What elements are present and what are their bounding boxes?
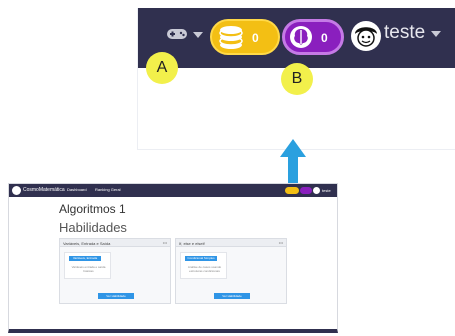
mini-navbar: CosmoMatemática Dashboard Ranking Geral … bbox=[9, 184, 337, 197]
section-title: Habilidades bbox=[59, 220, 127, 235]
skill-card: If, else e elseif ••• Condicional Simple… bbox=[175, 238, 287, 304]
mini-brain-badge[interactable] bbox=[300, 187, 312, 194]
skill-card-body: Condicional Simples Análise de casos usa… bbox=[180, 252, 227, 279]
mini-nav-dashboard[interactable]: Dashboard bbox=[67, 187, 87, 192]
marker-b: B bbox=[281, 63, 313, 95]
mini-nav-ranking[interactable]: Ranking Geral bbox=[95, 187, 121, 192]
skill-card-header: If, else e elseif ••• bbox=[176, 239, 286, 247]
view-skill-button[interactable]: Ver Habilidade bbox=[98, 293, 134, 299]
brain-points-value: 0 bbox=[321, 31, 328, 45]
skill-card: Variáveis, Entrada e Saída ••• Variáveis… bbox=[59, 238, 171, 304]
skill-card-title: Variáveis, Entrada e Saída bbox=[63, 241, 111, 246]
skill-description: Análise de casos usando estruturas condi… bbox=[187, 265, 222, 273]
username[interactable]: teste bbox=[384, 22, 425, 44]
view-skill-button[interactable]: Ver Habilidade bbox=[214, 293, 250, 299]
coins-value: 0 bbox=[252, 31, 259, 45]
coins-badge[interactable]: 0 bbox=[210, 19, 280, 55]
page-title: Algoritmos 1 bbox=[59, 202, 126, 216]
skill-card-header: Variáveis, Entrada e Saída ••• bbox=[60, 239, 170, 247]
brain-icon bbox=[290, 26, 312, 48]
navbar: 0 0 teste bbox=[138, 8, 455, 68]
arrow-up-icon bbox=[280, 139, 306, 183]
marker-a: A bbox=[146, 52, 178, 84]
skill-description: Variáveis entrada e saída básicas bbox=[71, 265, 106, 273]
game-dropdown-chevron-down-icon[interactable] bbox=[193, 32, 203, 38]
mini-coins-badge[interactable] bbox=[285, 187, 299, 194]
page-screenshot: CosmoMatemática Dashboard Ranking Geral … bbox=[8, 183, 338, 333]
skill-card-title: If, else e elseif bbox=[179, 241, 205, 246]
skill-chip: Variáveis, Entrada bbox=[69, 256, 101, 261]
mini-username[interactable]: teste bbox=[322, 188, 331, 193]
user-menu-chevron-down-icon[interactable] bbox=[431, 31, 441, 37]
logo-icon[interactable] bbox=[12, 186, 21, 195]
more-options-icon[interactable]: ••• bbox=[279, 240, 283, 245]
mini-brand[interactable]: CosmoMatemática bbox=[23, 187, 65, 193]
gamepad-icon[interactable] bbox=[166, 28, 188, 40]
mini-avatar[interactable] bbox=[313, 187, 320, 194]
skill-card-body: Variáveis, Entrada Variáveis entrada e s… bbox=[64, 252, 111, 279]
user-avatar-icon[interactable] bbox=[350, 20, 382, 52]
coins-icon bbox=[219, 26, 243, 49]
more-options-icon[interactable]: ••• bbox=[163, 240, 167, 245]
brain-points-badge[interactable]: 0 bbox=[282, 19, 344, 55]
zoomed-navbar-panel: 0 0 teste A B bbox=[137, 8, 455, 150]
skill-chip: Condicional Simples bbox=[185, 256, 217, 261]
